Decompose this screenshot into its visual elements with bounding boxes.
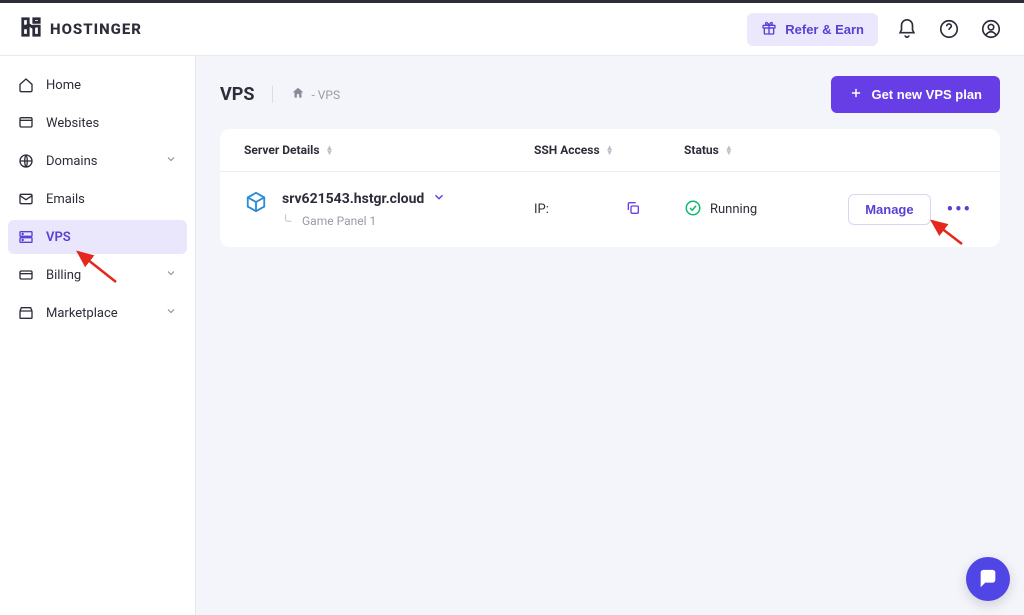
ssh-ip-cell: IP:: [534, 200, 641, 220]
get-new-vps-plan-button[interactable]: Get new VPS plan: [831, 76, 1000, 113]
breadcrumb[interactable]: - VPS: [272, 86, 340, 103]
th-label: SSH Access: [534, 143, 600, 157]
status-pill: Running: [684, 199, 757, 221]
tree-branch-icon: [282, 212, 296, 229]
status-text: Running: [710, 202, 757, 217]
notifications-button[interactable]: [894, 16, 920, 42]
col-header-status[interactable]: Status ▲▼: [684, 143, 844, 157]
manage-button[interactable]: Manage: [848, 194, 930, 225]
sidebar-item-emails[interactable]: Emails: [8, 182, 187, 216]
shop-icon: [18, 305, 34, 321]
sidebar: Home Websites Domains Emails: [0, 56, 196, 615]
chevron-down-icon: [432, 190, 446, 208]
cta-label: Get new VPS plan: [871, 87, 982, 102]
th-label: Status: [684, 143, 719, 157]
logo-mark-icon: [20, 16, 42, 43]
sidebar-item-marketplace[interactable]: Marketplace: [8, 296, 187, 330]
websites-icon: [18, 115, 34, 131]
sidebar-item-label: VPS: [46, 230, 71, 245]
sort-icon: ▲▼: [326, 145, 334, 155]
server-icon: [18, 229, 34, 245]
topbar: HOSTINGER Refer & Earn: [0, 0, 1024, 56]
sort-icon: ▲▼: [606, 145, 614, 155]
col-header-ssh-access[interactable]: SSH Access ▲▼: [534, 143, 684, 157]
breadcrumb-tail: - VPS: [311, 88, 340, 102]
server-logo-icon: [244, 190, 268, 214]
sidebar-item-label: Billing: [46, 268, 81, 283]
sidebar-item-home[interactable]: Home: [8, 68, 187, 102]
more-horizontal-icon: •••: [947, 199, 972, 220]
vps-table-card: Server Details ▲▼ SSH Access ▲▼ Status ▲…: [220, 129, 1000, 247]
sidebar-item-label: Emails: [46, 192, 85, 207]
ip-label: IP:: [534, 202, 549, 217]
table-header-row: Server Details ▲▼ SSH Access ▲▼ Status ▲…: [220, 129, 1000, 172]
gift-icon: [761, 20, 777, 39]
sort-icon: ▲▼: [725, 145, 733, 155]
page-header: VPS - VPS Get new VPS plan: [220, 76, 1000, 113]
refer-earn-label: Refer & Earn: [785, 22, 864, 37]
help-button[interactable]: [936, 16, 962, 42]
chat-icon: [977, 568, 999, 590]
row-more-button[interactable]: •••: [943, 195, 976, 224]
main-layout: Home Websites Domains Emails: [0, 56, 1024, 615]
chevron-down-icon: [165, 267, 177, 283]
chevron-down-icon: [165, 305, 177, 321]
th-label: Server Details: [244, 143, 320, 157]
account-button[interactable]: [978, 16, 1004, 42]
page-header-left: VPS - VPS: [220, 84, 340, 105]
chevron-down-icon: [165, 153, 177, 169]
topbar-right: Refer & Earn: [747, 13, 1004, 46]
sidebar-item-label: Marketplace: [46, 306, 118, 321]
breadcrumb-home-icon: [291, 86, 305, 103]
page-title: VPS: [220, 84, 254, 105]
sidebar-item-label: Home: [46, 78, 81, 93]
sidebar-item-vps[interactable]: VPS: [8, 220, 187, 254]
sidebar-item-label: Domains: [46, 154, 97, 169]
table-row: srv621543.hstgr.cloud Game Panel 1: [220, 172, 1000, 247]
globe-icon: [18, 153, 34, 169]
server-name[interactable]: srv621543.hstgr.cloud: [282, 190, 446, 208]
page-content: VPS - VPS Get new VPS plan Server Detail…: [196, 56, 1024, 615]
bell-icon: [896, 18, 918, 40]
refer-earn-button[interactable]: Refer & Earn: [747, 13, 878, 46]
server-sub-label: Game Panel 1: [282, 212, 446, 229]
col-header-server-details[interactable]: Server Details ▲▼: [244, 143, 534, 157]
card-icon: [18, 267, 34, 283]
sidebar-item-billing[interactable]: Billing: [8, 258, 187, 292]
copy-icon: [625, 200, 641, 216]
sidebar-item-label: Websites: [46, 116, 99, 131]
help-icon: [938, 18, 960, 40]
brand-logo[interactable]: HOSTINGER: [20, 16, 142, 43]
chat-launcher-button[interactable]: [966, 557, 1010, 601]
server-details-cell: srv621543.hstgr.cloud Game Panel 1: [244, 190, 446, 229]
user-icon: [980, 18, 1002, 40]
check-circle-icon: [684, 199, 702, 221]
sidebar-item-websites[interactable]: Websites: [8, 106, 187, 140]
mail-icon: [18, 191, 34, 207]
plus-icon: [849, 86, 863, 103]
copy-ip-button[interactable]: [625, 200, 641, 220]
sidebar-item-domains[interactable]: Domains: [8, 144, 187, 178]
brand-text: HOSTINGER: [50, 20, 142, 38]
home-icon: [18, 77, 34, 93]
